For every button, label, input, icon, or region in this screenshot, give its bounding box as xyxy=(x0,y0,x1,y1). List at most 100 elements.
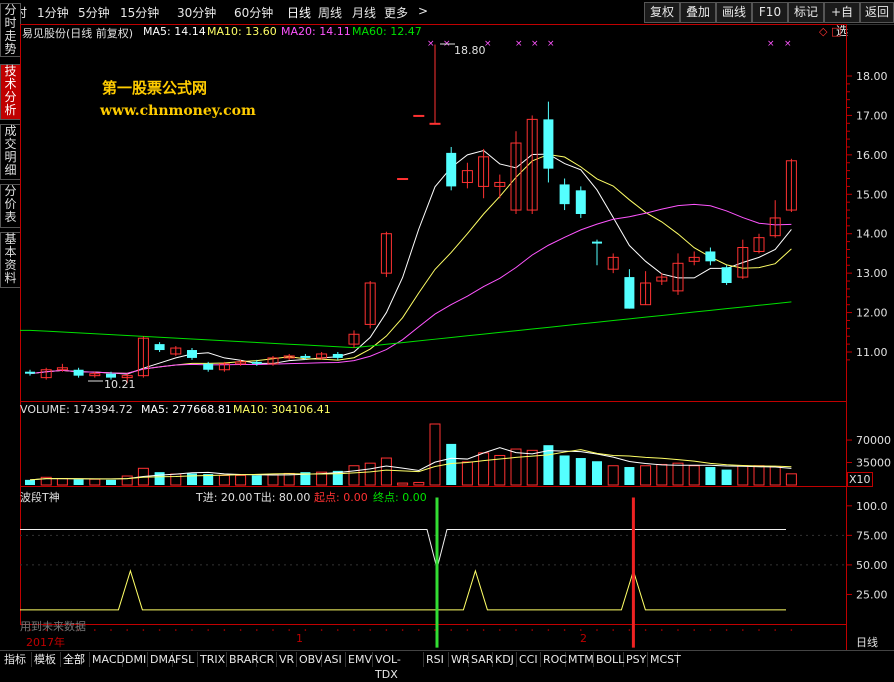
volume-axis: 70000 35000 xyxy=(847,434,891,470)
time-axis-month1: 1 xyxy=(296,632,303,645)
bottom-tab-psy[interactable]: PSY xyxy=(624,652,648,667)
volume-bar-down xyxy=(154,472,165,485)
candle-body-down xyxy=(332,353,343,358)
bottom-tab-trix[interactable]: TRIX xyxy=(198,652,227,667)
volume-bar-down xyxy=(187,473,197,485)
indicator-t-out: T出: 80.00 xyxy=(254,491,311,504)
volume-tick-label: 70000 xyxy=(856,434,891,447)
more-arrow-icon[interactable]: > xyxy=(418,4,428,18)
diamond-icon[interactable]: ◇ xyxy=(819,25,827,38)
tab-60min[interactable]: 60分钟 xyxy=(234,4,273,21)
candle-body-down xyxy=(300,355,311,358)
candle-body-down xyxy=(25,371,35,374)
bottom-tab-brar[interactable]: BRAR xyxy=(227,652,259,667)
bottom-tab-模板[interactable]: 模板 xyxy=(32,652,61,667)
bottom-tab-kdj[interactable]: KDJ xyxy=(493,652,517,667)
bottom-tab-macd[interactable]: MACD xyxy=(90,652,125,667)
expand-icon[interactable]: □ xyxy=(831,25,841,38)
price-tick-label: 11.00 xyxy=(856,346,888,359)
bottom-tab-rsi[interactable]: RSI xyxy=(424,652,449,667)
time-axis-dot xyxy=(644,629,647,631)
volume-unit: X10 xyxy=(847,472,873,487)
tab-15min[interactable]: 15分钟 xyxy=(120,4,159,21)
period-toolbar: 分时 1分钟 5分钟 15分钟 30分钟 60分钟 日线 周线 月线 更多 > … xyxy=(0,0,894,38)
bottom-tab-全部[interactable]: 全部 xyxy=(61,652,90,667)
volume-bar-down xyxy=(559,455,570,485)
draw-line-button[interactable]: 画线 xyxy=(716,2,752,23)
volume-bar-up xyxy=(478,452,490,486)
ma5-label: MA5: 14.14 xyxy=(143,25,206,38)
bottom-tab-dma[interactable]: DMA xyxy=(148,652,176,667)
candle-body-down xyxy=(73,369,84,376)
candle-body-down xyxy=(624,277,635,309)
ma20-line xyxy=(29,203,792,375)
indicator-axis: 100.0 75.00 50.00 25.00 xyxy=(20,500,888,601)
bottom-tab-dmi[interactable]: DMI xyxy=(123,652,148,667)
volume-ma5-line xyxy=(29,447,792,481)
volume-bar-down xyxy=(25,479,35,485)
time-axis-dot xyxy=(515,629,517,631)
volume-ma5-label: MA5: 277668.81 xyxy=(141,403,232,416)
adjust-button[interactable]: 复权 xyxy=(644,2,680,23)
volume-bar-up xyxy=(364,462,376,486)
volume-bars xyxy=(25,423,797,486)
tab-5min[interactable]: 5分钟 xyxy=(78,4,110,21)
tab-daily[interactable]: 日线 xyxy=(287,4,311,21)
bottom-tab-asi[interactable]: ASI xyxy=(322,652,346,667)
price-tick-label: 12.00 xyxy=(856,307,888,320)
overlay-button[interactable]: 叠加 xyxy=(680,2,716,23)
bottom-tab-指标[interactable]: 指标 xyxy=(2,652,32,667)
price-tick-label: 15.00 xyxy=(856,188,888,201)
marker-x: × xyxy=(531,39,539,49)
bottom-tab-mcst[interactable]: MCST xyxy=(648,652,681,667)
back-button[interactable]: 返回 xyxy=(860,2,894,23)
indicator-end: 终点: 0.00 xyxy=(373,491,427,504)
volume-bar-down xyxy=(624,467,635,485)
time-axis-dot xyxy=(482,629,485,631)
bottom-tab-fsl[interactable]: FSL xyxy=(173,652,198,667)
marker-x: × xyxy=(784,39,792,49)
bottom-tab-obv[interactable]: OBV xyxy=(297,652,322,667)
tab-more[interactable]: 更多 xyxy=(384,4,408,21)
tab-monthly[interactable]: 月线 xyxy=(352,4,376,21)
candle-body-down xyxy=(721,267,732,283)
bottom-tab-emv[interactable]: EMV xyxy=(346,652,373,667)
candle-body-up xyxy=(429,122,441,125)
time-axis-dot xyxy=(369,629,372,631)
bottom-tab-sar[interactable]: SAR xyxy=(469,652,493,667)
indicator-tick-label: 25.00 xyxy=(856,588,888,601)
indicator-lower-line xyxy=(20,569,786,611)
tab-1min[interactable]: 1分钟 xyxy=(37,4,69,21)
tab-30min[interactable]: 30分钟 xyxy=(177,4,216,21)
add-watchlist-button[interactable]: +自选 xyxy=(824,2,860,38)
candle-body-down xyxy=(154,344,165,351)
marker-x: × xyxy=(515,39,523,49)
bottom-tab-vol-tdx[interactable]: VOL-TDX xyxy=(373,652,424,681)
volume-bar-up xyxy=(769,466,781,486)
volume-bar-up xyxy=(89,478,101,486)
bottom-tab-cci[interactable]: CCI xyxy=(517,652,541,667)
bottom-tab-vr[interactable]: VR xyxy=(277,652,297,667)
volume-bar-up xyxy=(656,463,668,486)
bottom-tab-cr[interactable]: CR xyxy=(257,652,277,667)
tab-weekly[interactable]: 周线 xyxy=(318,4,342,21)
f10-button[interactable]: F10 xyxy=(752,2,788,23)
time-axis-dot xyxy=(547,629,550,631)
bottom-tab-mtm[interactable]: MTM xyxy=(566,652,594,667)
time-axis-month2: 2 xyxy=(580,632,587,645)
bottom-tab-wr[interactable]: WR xyxy=(449,652,470,667)
bottom-tab-roc[interactable]: ROC xyxy=(541,652,567,667)
volume-ma-lines xyxy=(29,447,792,481)
volume-bar-up xyxy=(218,474,230,486)
time-axis-dot xyxy=(693,629,695,631)
volume-bar-up xyxy=(785,473,797,486)
price-axis: 18.00 17.00 16.00 15.00 14.00 13.00 12.00 11.00 xyxy=(847,70,888,361)
volume-bar-up xyxy=(688,465,700,486)
mark-button[interactable]: 标记 xyxy=(788,2,824,23)
volume-bar-up xyxy=(510,448,522,486)
time-axis-dot xyxy=(223,629,226,631)
bottom-tab-boll[interactable]: BOLL xyxy=(594,652,624,667)
indicator-t-in: T进: 20.00 xyxy=(196,491,253,504)
indicator-tick-label: 75.00 xyxy=(856,529,888,542)
watermark-url: www.chnmoney.com xyxy=(100,103,256,119)
